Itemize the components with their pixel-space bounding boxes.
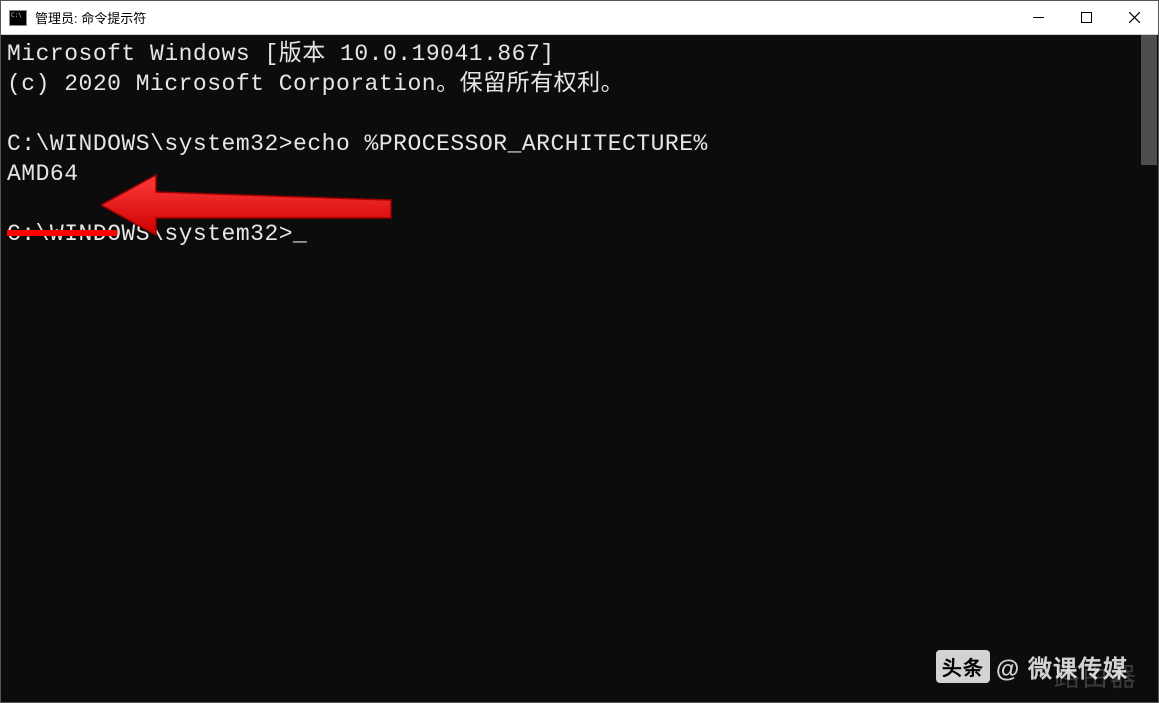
prompt-path: C:\WINDOWS\system32> bbox=[7, 221, 293, 247]
titlebar[interactable]: 管理员: 命令提示符 bbox=[1, 1, 1158, 35]
vertical-scrollbar[interactable] bbox=[1140, 35, 1158, 702]
terminal-area: Microsoft Windows [版本 10.0.19041.867] (c… bbox=[1, 35, 1158, 702]
watermark-badge: 头条 bbox=[936, 650, 990, 683]
entered-command: echo %PROCESSOR_ARCHITECTURE% bbox=[293, 131, 708, 157]
cmd-icon bbox=[9, 10, 27, 26]
window-title: 管理员: 命令提示符 bbox=[35, 8, 1014, 27]
cmd-window: 管理员: 命令提示符 Microsoft Windows [版本 10.0.19… bbox=[0, 0, 1159, 703]
watermark-text: @ 微课传媒 bbox=[996, 649, 1128, 684]
window-controls bbox=[1014, 1, 1158, 34]
terminal-output[interactable]: Microsoft Windows [版本 10.0.19041.867] (c… bbox=[1, 35, 1140, 702]
command-output: AMD64 bbox=[7, 161, 79, 187]
copyright-line: (c) 2020 Microsoft Corporation。保留所有权利。 bbox=[7, 71, 624, 97]
version-line: Microsoft Windows [版本 10.0.19041.867] bbox=[7, 41, 555, 67]
scrollbar-thumb[interactable] bbox=[1141, 35, 1157, 165]
minimize-button[interactable] bbox=[1014, 1, 1062, 34]
cursor: _ bbox=[293, 221, 307, 247]
prompt-path: C:\WINDOWS\system32> bbox=[7, 131, 293, 157]
close-button[interactable] bbox=[1110, 1, 1158, 34]
maximize-button[interactable] bbox=[1062, 1, 1110, 34]
watermark: 头条 @ 微课传媒 bbox=[936, 649, 1128, 684]
